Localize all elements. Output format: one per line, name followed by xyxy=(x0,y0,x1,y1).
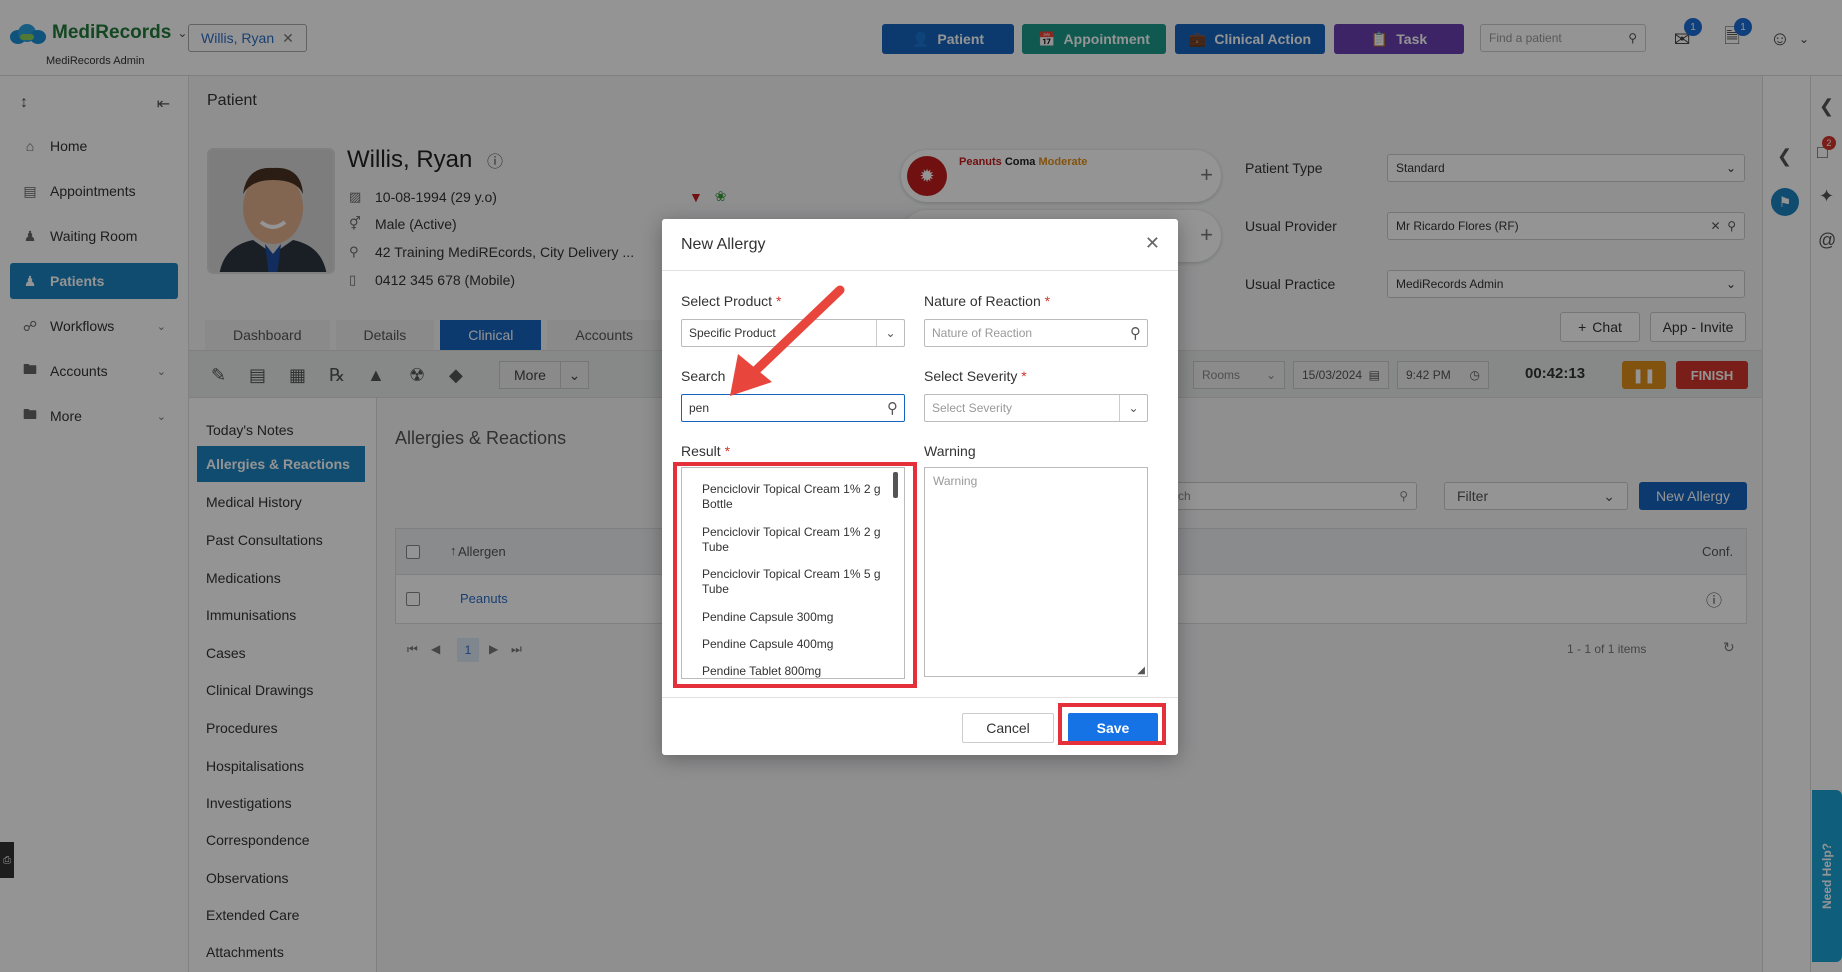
chevron-down-icon: ⌄ xyxy=(1119,395,1147,421)
nature-of-reaction-label: Nature of Reaction * xyxy=(924,293,1050,309)
resize-handle-icon[interactable]: ◢ xyxy=(1137,665,1145,676)
list-item[interactable]: Penciclovir Topical Cream 1% 5 g Tube xyxy=(702,567,882,597)
modal-title: New Allergy xyxy=(681,236,766,253)
warning-label: Warning xyxy=(924,443,976,459)
required-marker: * xyxy=(1044,293,1051,309)
result-scrollbar[interactable] xyxy=(893,472,898,498)
modal-header: New Allergy ✕ xyxy=(662,219,1178,271)
warning-textarea[interactable]: Warning ◢ xyxy=(924,467,1148,677)
save-button[interactable]: Save xyxy=(1068,713,1158,743)
modal-footer: Cancel Save xyxy=(662,697,1178,755)
nature-label-text: Nature of Reaction xyxy=(924,293,1041,309)
cancel-button[interactable]: Cancel xyxy=(962,713,1054,743)
search-label: Search xyxy=(681,368,726,384)
list-item[interactable]: Penciclovir Topical Cream 1% 2 g Tube xyxy=(702,525,882,555)
warning-placeholder: Warning xyxy=(933,474,978,488)
search-icon: ⚲ xyxy=(1130,325,1141,342)
severity-label-text: Select Severity xyxy=(924,368,1018,384)
chevron-down-icon: ⌄ xyxy=(876,320,904,346)
close-icon[interactable]: ✕ xyxy=(1145,233,1160,254)
search-icon[interactable]: ⚲ xyxy=(887,399,898,417)
required-marker: * xyxy=(724,443,731,459)
result-list[interactable]: Penciclovir Topical Cream 1% 2 g Bottle … xyxy=(681,467,905,679)
nature-placeholder: Nature of Reaction xyxy=(932,326,1033,340)
nature-of-reaction-input[interactable]: Nature of Reaction ⚲ xyxy=(924,319,1148,347)
severity-placeholder: Select Severity xyxy=(932,401,1013,415)
list-item[interactable]: Pendine Capsule 300mg xyxy=(702,610,882,625)
product-search-value: pen xyxy=(689,401,710,415)
result-label-text: Result xyxy=(681,443,721,459)
list-item[interactable]: Pendine Tablet 800mg xyxy=(702,664,882,678)
list-item[interactable]: Penciclovir Topical Cream 1% 2 g Bottle xyxy=(702,482,882,512)
list-item[interactable]: Pendine Capsule 400mg xyxy=(702,637,882,652)
annotation-arrow xyxy=(730,285,845,396)
required-marker: * xyxy=(1021,368,1027,384)
severity-dropdown[interactable]: Select Severity ⌄ xyxy=(924,394,1148,422)
severity-label: Select Severity * xyxy=(924,368,1027,384)
result-label: Result * xyxy=(681,443,730,459)
